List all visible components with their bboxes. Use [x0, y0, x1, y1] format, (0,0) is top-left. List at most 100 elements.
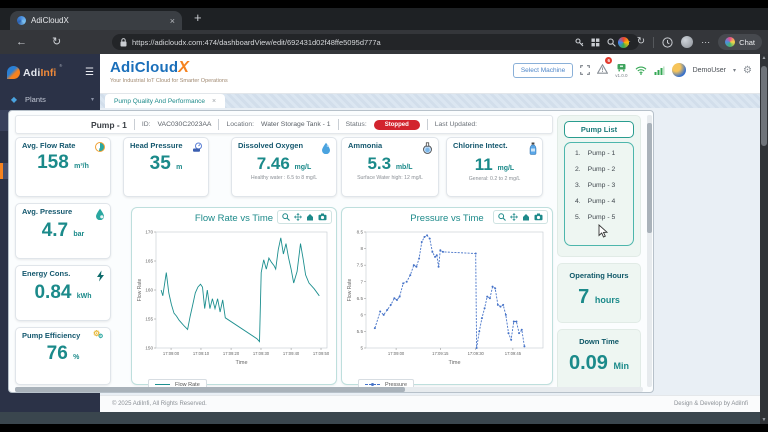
copyright-text: © 2025 AdiInfi, All Rights Reserved.	[112, 401, 207, 407]
extensions-icon[interactable]	[617, 36, 629, 48]
sync-icon[interactable]: ↻	[637, 30, 645, 54]
svg-text:Time: Time	[448, 360, 460, 366]
favicon-icon	[17, 16, 26, 25]
reload-icon[interactable]: ↻	[52, 30, 61, 54]
version-label: v1.0.0	[615, 72, 628, 78]
pressure-gauge-icon	[193, 142, 202, 152]
home-tool-icon[interactable]	[522, 213, 530, 221]
user-menu-chevron-icon[interactable]: ▾	[733, 67, 736, 74]
pump-list-item[interactable]: 5. Pump - 5	[575, 214, 633, 221]
browser-tab[interactable]: AdiCloudX ×	[10, 11, 182, 30]
svg-text:6: 6	[360, 312, 363, 317]
svg-text:17:09:15: 17:09:15	[432, 351, 449, 356]
kpi-ammonia: Ammonia 5.3 mb/L Surface Water high: 12 …	[341, 137, 439, 197]
browser-tab-title: AdiCloudX	[31, 16, 69, 25]
pan-tool-icon[interactable]	[294, 213, 302, 221]
pump-list-item[interactable]: 3. Pump - 3	[575, 182, 633, 189]
svg-text:17:09:40: 17:09:40	[283, 351, 300, 356]
kpi-chlorine: Chlorine Intect. 11 mg/L General: 0.2 to…	[446, 137, 543, 197]
page-tab-strip: Pump Quality And Performance ×	[100, 94, 760, 108]
svg-text:7.5: 7.5	[357, 263, 364, 268]
svg-text:170: 170	[145, 230, 153, 235]
chat-logo-icon	[725, 37, 736, 47]
home-tool-icon[interactable]	[306, 213, 314, 221]
page-tab-close-icon[interactable]: ×	[212, 98, 216, 105]
water-drop-icon	[322, 142, 330, 154]
browser-profile-avatar[interactable]	[681, 36, 694, 48]
gears-icon: ⚙ ⚙	[93, 329, 104, 340]
scroll-down-icon[interactable]: ▼	[760, 417, 768, 423]
svg-text:155: 155	[145, 317, 153, 322]
camera-tool-icon[interactable]	[534, 213, 543, 221]
pump-info-bar: Pump - 1 ID: VAC030C2023AA Location: Wat…	[15, 115, 553, 134]
bottom-strip	[0, 412, 760, 424]
alerts-indicator[interactable]: 6	[596, 57, 613, 79]
back-icon[interactable]: ←	[16, 30, 27, 54]
machine-icon	[617, 63, 626, 71]
url-text: https://adicloudx.com:474/dashboardView/…	[132, 37, 381, 47]
pump-list-item[interactable]: 2. Pump - 2	[575, 166, 633, 173]
metric-avg-pressure: Avg. Pressure 4.7 bar	[15, 203, 111, 259]
kpi-avg-flow-rate: Avg. Flow Rate 158 m³/h	[15, 137, 111, 197]
key-icon[interactable]	[575, 37, 584, 47]
svg-text:8: 8	[360, 246, 363, 251]
user-avatar[interactable]	[671, 63, 686, 77]
legend-line-sample	[365, 383, 380, 386]
warning-triangle-icon	[596, 63, 609, 74]
pump-name: Pump - 1	[90, 119, 127, 130]
camera-tool-icon[interactable]	[318, 213, 327, 221]
user-name[interactable]: DemoUser	[693, 67, 726, 74]
bottle-icon	[529, 142, 537, 155]
wifi-icon	[635, 66, 646, 75]
metric-pump-efficiency: Pump Efficiency ⚙ ⚙ 76 %	[15, 327, 111, 385]
svg-text:17:09:30: 17:09:30	[253, 351, 270, 356]
svg-text:7: 7	[360, 279, 363, 284]
pressure-chart-plot[interactable]: 5 5.5 6 6.5 7 7.5 8 8.5 17:09:00 17:09:15 17:09:30…	[346, 227, 548, 367]
more-menu-icon[interactable]: ⋯	[701, 30, 710, 54]
window-scrollbar[interactable]: ▲ ▼	[760, 54, 768, 424]
flow-chart-title: Flow Rate vs Time	[194, 213, 274, 224]
dashboard-horizontal-scrollbar[interactable]	[15, 387, 643, 392]
pan-tool-icon[interactable]	[510, 213, 518, 221]
credit-text: Design & Develop by AdiInfi	[673, 401, 748, 407]
lock-icon	[120, 37, 127, 46]
flow-chart-plot[interactable]: 150 155 160 165 170 17:09:00 17:09:10 17:09:20 1…	[136, 227, 332, 367]
brand-text: Adi	[23, 67, 41, 79]
workspaces-icon[interactable]	[591, 38, 600, 47]
machine-status[interactable]: v1.0.0	[615, 63, 628, 78]
svg-text:165: 165	[145, 259, 153, 264]
flow-meter-icon	[95, 142, 105, 152]
pump-location: Water Storage Tank - 1	[261, 121, 331, 128]
sidebar-item-plants[interactable]: ◆ Plants ▾	[0, 89, 100, 110]
pump-id: VAC030C2023AA	[157, 121, 212, 128]
svg-text:17:09:00: 17:09:00	[388, 351, 405, 356]
metric-energy: Energy Cons. 0.84 kWh	[15, 265, 111, 321]
page-tab-active[interactable]: Pump Quality And Performance ×	[105, 94, 226, 108]
kpi-dissolved-oxygen: Dissolved Oxygen 7.46 mg/L Healthy water…	[231, 137, 337, 197]
zoom-tool-icon[interactable]	[282, 213, 290, 221]
history-clock-icon[interactable]	[662, 36, 673, 48]
chat-button[interactable]: Chat	[718, 34, 762, 50]
zoom-icon[interactable]	[607, 37, 616, 47]
zoom-tool-icon[interactable]	[498, 213, 506, 221]
dashboard-vertical-scrollbar[interactable]	[647, 115, 652, 387]
pump-list-item[interactable]: 1. Pump - 1	[575, 150, 633, 157]
svg-text:8.5: 8.5	[357, 230, 364, 235]
hamburger-icon[interactable]: ☰	[85, 67, 94, 78]
scroll-up-icon[interactable]: ▲	[760, 55, 768, 61]
pressure-chart-title: Pressure vs Time	[410, 213, 484, 224]
tab-close-icon[interactable]: ×	[170, 16, 175, 26]
svg-text:6.5: 6.5	[357, 296, 364, 301]
screen: AdiCloudX × + ← ↻ https://adicloudx.com:…	[0, 0, 768, 432]
pump-list-item[interactable]: 4. Pump - 4	[575, 198, 633, 205]
address-bar[interactable]: https://adicloudx.com:474/dashboardView/…	[112, 34, 639, 50]
svg-text:17:09:20: 17:09:20	[223, 351, 240, 356]
new-tab-button[interactable]: +	[194, 10, 202, 25]
svg-text:5.5: 5.5	[357, 329, 364, 334]
settings-gear-icon[interactable]: ⚙	[743, 65, 752, 76]
select-machine-button[interactable]: Select Machine	[512, 62, 574, 78]
app-logo: AdiCloudX Your Industrial IoT Cloud for …	[110, 59, 228, 84]
fullscreen-icon[interactable]	[580, 65, 591, 75]
lightning-icon	[97, 270, 104, 282]
status-badge: Stopped	[373, 119, 420, 130]
